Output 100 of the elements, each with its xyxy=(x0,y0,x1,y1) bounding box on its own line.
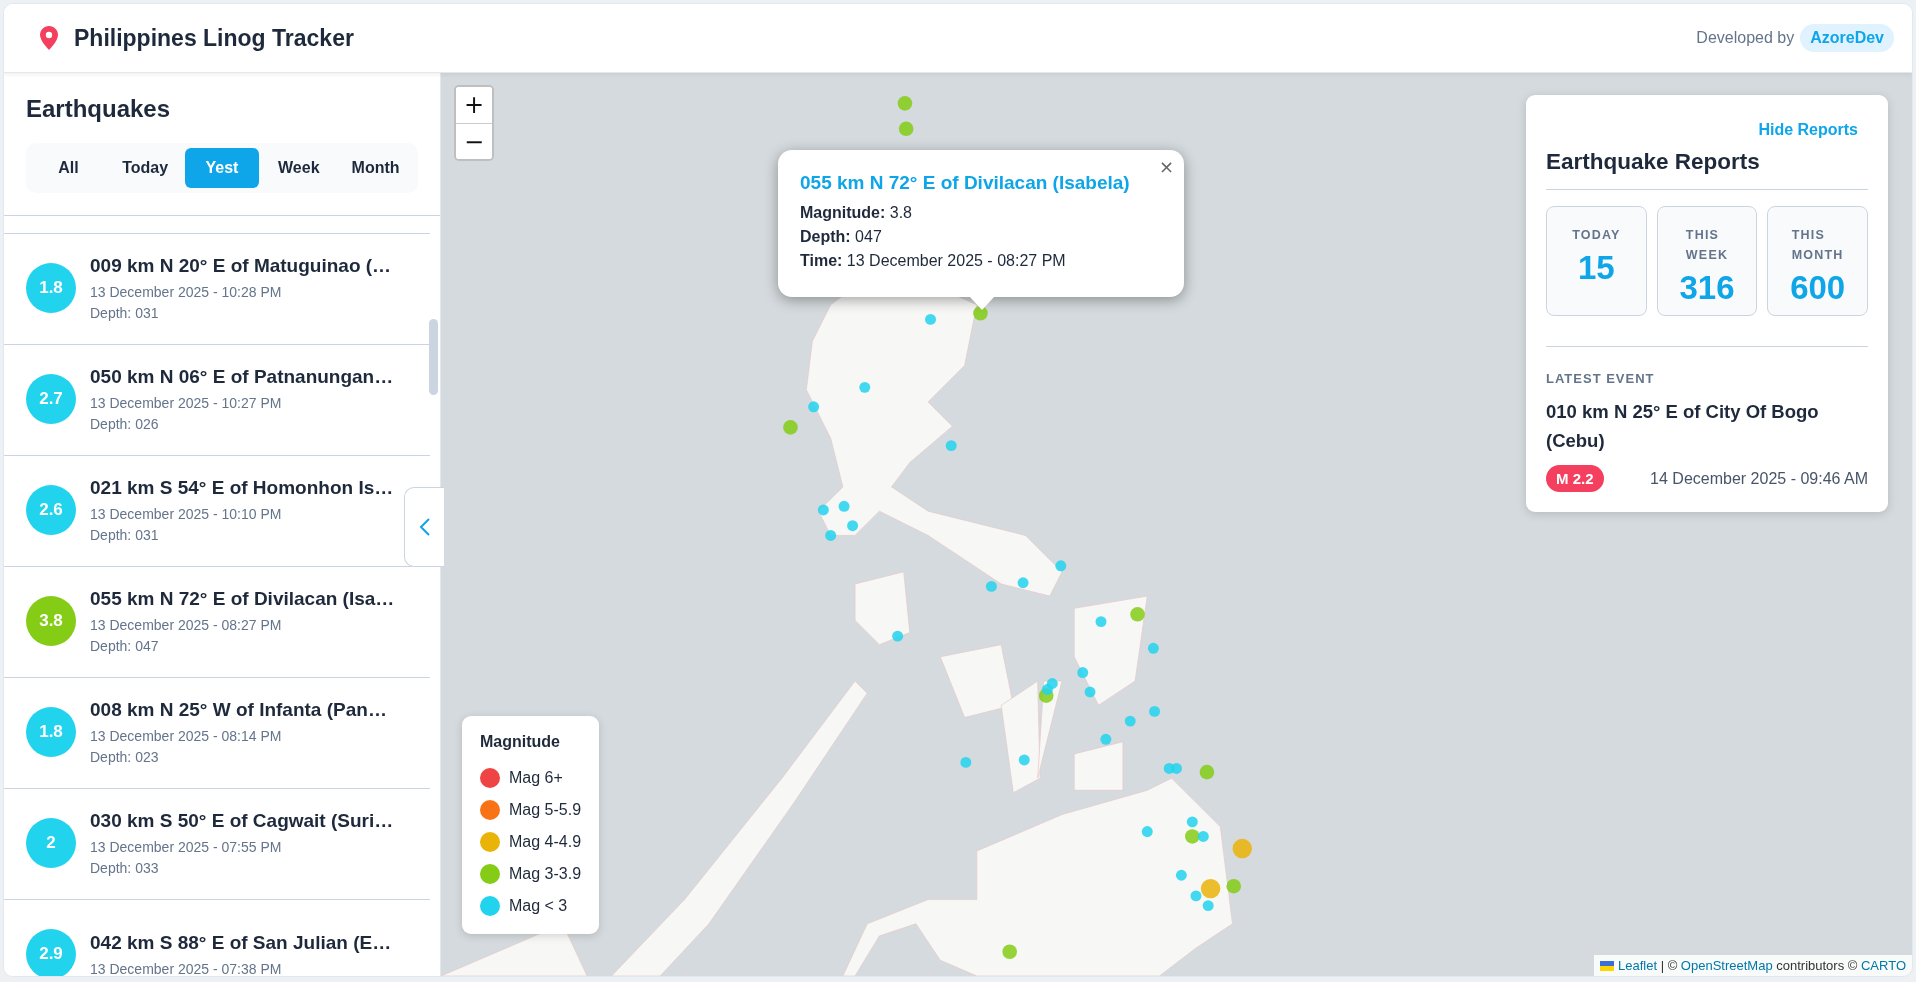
earthquake-list-item[interactable]: 1.8 008 km N 25° W of Infanta (Pan… 13 December 2025 - 08:14 PM Depth: 023 xyxy=(4,678,400,788)
earthquake-marker[interactable] xyxy=(838,500,850,512)
legend-title: Magnitude xyxy=(480,733,561,751)
earthquake-marker[interactable] xyxy=(817,504,829,516)
earthquake-marker[interactable] xyxy=(985,580,997,592)
earthquake-marker[interactable] xyxy=(1055,560,1067,572)
earthquake-marker[interactable] xyxy=(1095,616,1107,628)
close-button[interactable]: × xyxy=(1154,154,1178,179)
earthquake-marker[interactable] xyxy=(1199,764,1215,780)
event-title: 030 km S 50° E of Cagwait (Suri… xyxy=(90,810,394,832)
earthquake-marker[interactable] xyxy=(825,529,837,541)
magnitude-badge: M 2.2 xyxy=(1546,465,1604,493)
event-depth: Depth: 026 xyxy=(90,416,160,432)
event-depth: Depth: 033 xyxy=(90,860,160,876)
earthquake-marker[interactable] xyxy=(1175,869,1187,881)
magnitude-badge: 2.9 xyxy=(26,929,76,976)
legend-label: Mag 3-3.9 xyxy=(509,865,582,883)
magnitude-badge: 2 xyxy=(26,818,76,868)
earthquake-marker[interactable] xyxy=(1100,733,1112,745)
attribution-text: Leaflet | © OpenStreetMap contributors © CARTO xyxy=(1618,958,1906,973)
earthquake-marker[interactable] xyxy=(1130,607,1145,622)
earthquake-marker[interactable] xyxy=(945,440,957,452)
earthquake-marker[interactable] xyxy=(1084,686,1096,698)
earthquake-marker[interactable] xyxy=(973,306,988,321)
event-title: 008 km N 25° W of Infanta (Pan… xyxy=(90,699,387,721)
map-pin-icon xyxy=(40,26,58,50)
latest-event-time: 14 December 2025 - 09:46 AM xyxy=(1650,469,1868,488)
earthquake-list-item[interactable]: 3.8 055 km N 72° E of Divilacan (Isa… 13 December 2025 - 08:27 PM Depth: 047 xyxy=(4,567,400,677)
magnitude-badge: 1.8 xyxy=(26,263,76,313)
stat-label: TODAY xyxy=(1572,227,1621,244)
scrollbar-thumb[interactable] xyxy=(429,319,438,395)
earthquake-marker[interactable] xyxy=(1200,878,1221,899)
earthquake-marker[interactable] xyxy=(897,96,913,111)
event-time: 13 December 2025 - 07:38 PM xyxy=(90,960,283,976)
earthquake-marker[interactable] xyxy=(783,420,798,435)
earthquake-marker[interactable] xyxy=(847,520,859,532)
earthquake-list-item[interactable]: 2.6 021 km S 54° E of Homonhon Is… 13 December 2025 - 10:10 PM Depth: 031 xyxy=(4,456,400,566)
attribution-link[interactable]: OpenStreetMap xyxy=(1680,958,1773,973)
earthquake-marker[interactable] xyxy=(1171,763,1182,774)
earthquake-marker[interactable] xyxy=(1141,826,1153,838)
filter-tab[interactable]: All xyxy=(31,148,106,188)
filter-tab[interactable]: Month xyxy=(338,148,413,188)
stat-value: 15 xyxy=(1577,249,1615,287)
sidebar-title: Earthquakes xyxy=(26,95,172,123)
event-title: 050 km N 06° E of Patnanungan… xyxy=(90,366,394,388)
earthquake-marker[interactable] xyxy=(1226,878,1242,894)
event-time: 13 December 2025 - 08:14 PM xyxy=(90,728,283,744)
event-title: 009 km N 20° E of Matuguinao (… xyxy=(90,255,392,277)
earthquake-marker[interactable] xyxy=(1186,816,1198,828)
earthquake-list-item[interactable]: 2 030 km S 50° E of Cagwait (Suri… 13 December 2025 - 07:55 PM Depth: 033 xyxy=(4,789,400,899)
legend-label: Mag 4-4.9 xyxy=(509,833,582,851)
earthquake-marker[interactable] xyxy=(1018,754,1030,766)
attribution-link[interactable]: Leaflet xyxy=(1618,958,1658,973)
credit-label: Developed by xyxy=(1696,29,1795,47)
latest-event-title: 010 km N 25° E of City Of Bogo (Cebu) xyxy=(1546,400,1820,453)
earthquake-marker[interactable] xyxy=(859,381,871,393)
earthquake-marker[interactable] xyxy=(1202,900,1214,912)
earthquake-marker[interactable] xyxy=(1147,642,1159,654)
earthquake-marker[interactable] xyxy=(1232,838,1252,859)
collapse-sidebar-button[interactable] xyxy=(404,487,444,567)
popup-title: 055 km N 72° E of Divilacan (Isabela) xyxy=(800,172,1131,194)
stat-label: THIS MONTH xyxy=(1791,227,1844,264)
earthquake-marker[interactable] xyxy=(1185,829,1200,844)
earthquake-list-item[interactable]: 2.9 042 km S 88° E of San Julian (E… 13 December 2025 - 07:38 PM xyxy=(4,900,400,976)
earthquake-marker[interactable] xyxy=(1197,830,1209,842)
stat-value: 600 xyxy=(1790,269,1846,307)
filter-tab[interactable]: Week xyxy=(261,148,337,188)
event-time: 13 December 2025 - 08:27 PM xyxy=(90,617,283,633)
earthquake-marker[interactable] xyxy=(960,756,972,768)
event-time: 13 December 2025 - 10:27 PM xyxy=(90,395,283,411)
earthquake-marker[interactable] xyxy=(1190,890,1202,902)
event-title: 021 km S 54° E of Homonhon Is… xyxy=(90,477,394,499)
earthquake-marker[interactable] xyxy=(808,401,820,413)
event-depth: Depth: 047 xyxy=(90,638,160,654)
popup-detail: Depth: 047 xyxy=(800,228,883,246)
event-depth: Depth: 023 xyxy=(90,749,160,765)
attribution-link[interactable]: CARTO xyxy=(1860,958,1906,973)
chevron-left-icon xyxy=(419,518,430,536)
earthquake-marker[interactable] xyxy=(1077,667,1089,679)
filter-tab[interactable]: Today xyxy=(107,148,183,188)
magnitude-badge: 2.6 xyxy=(26,485,76,535)
magnitude-badge: 1.8 xyxy=(26,707,76,757)
event-time: 13 December 2025 - 10:10 PM xyxy=(90,506,283,522)
earthquake-marker[interactable] xyxy=(1002,944,1017,959)
earthquake-marker[interactable] xyxy=(898,121,914,137)
earthquake-marker[interactable] xyxy=(1041,684,1053,696)
zoom-out-button[interactable]: − xyxy=(456,123,492,159)
earthquake-marker[interactable] xyxy=(1149,705,1161,717)
stat-value: 316 xyxy=(1679,269,1735,307)
earthquake-marker[interactable] xyxy=(892,630,904,642)
earthquake-list-item[interactable]: 2.7 050 km N 06° E of Patnanungan… 13 December 2025 - 10:27 PM Depth: 026 xyxy=(4,345,400,455)
event-title: 055 km N 72° E of Divilacan (Isa… xyxy=(90,588,395,610)
earthquake-list-item[interactable]: 1.8 009 km N 20° E of Matuguinao (… 13 December 2025 - 10:28 PM Depth: 031 xyxy=(4,234,400,344)
latest-event-label: LATEST EVENT xyxy=(1546,371,1656,386)
earthquake-marker[interactable] xyxy=(925,313,936,325)
popup-detail: Magnitude: 3.8 xyxy=(800,204,913,222)
legend-label: Mag < 3 xyxy=(509,897,568,915)
earthquake-marker[interactable] xyxy=(1124,715,1136,727)
event-depth: Depth: 031 xyxy=(90,527,160,543)
earthquake-marker[interactable] xyxy=(1017,577,1029,589)
